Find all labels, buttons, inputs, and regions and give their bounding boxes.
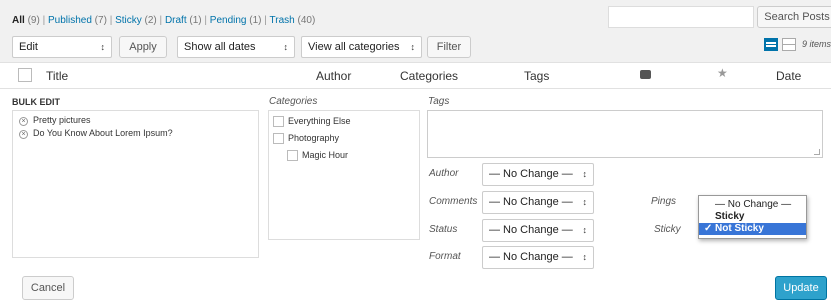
category-item[interactable]: Magic Hour <box>287 150 348 162</box>
pings-label: Pings <box>651 196 677 207</box>
categories-label: Categories <box>269 96 318 107</box>
select-arrow-icon: ↕ <box>582 252 588 262</box>
excerpt-view-icon[interactable] <box>782 38 796 51</box>
list-view-icon[interactable] <box>764 38 778 51</box>
author-select[interactable]: — No Change — ↕ <box>482 163 594 186</box>
apply-button[interactable]: Apply <box>119 36 167 58</box>
filter-draft[interactable]: Draft <box>165 15 187 26</box>
column-date[interactable]: Date <box>776 69 801 83</box>
select-arrow-icon: ↕ <box>582 197 588 207</box>
select-arrow-icon: ↕ <box>410 42 416 52</box>
checkmark-icon: ✓ <box>704 223 713 234</box>
categories-checklist: Everything Else Photography Magic Hour <box>268 110 420 240</box>
filter-draft-count: (1) <box>189 15 202 26</box>
sticky-dropdown-menu[interactable]: — No Change — Sticky ✓ Not Sticky <box>698 195 807 239</box>
remove-post-icon[interactable]: × <box>19 117 28 126</box>
category-item[interactable]: Photography <box>273 133 339 145</box>
format-select[interactable]: — No Change — ↕ <box>482 246 594 269</box>
items-count: 9 items <box>802 39 831 49</box>
star-column-icon[interactable]: ★ <box>717 66 728 80</box>
search-posts-button[interactable]: Search Posts <box>757 6 831 28</box>
column-tags: Tags <box>524 69 550 83</box>
column-categories: Categories <box>400 69 459 83</box>
filter-trash[interactable]: Trash <box>270 15 295 26</box>
bulk-action-select[interactable]: Edit ↕ <box>12 36 112 58</box>
post-status-filters: All (9) | Published (7) | Sticky (2) | D… <box>12 15 316 26</box>
select-arrow-icon: ↕ <box>582 225 588 235</box>
filter-all[interactable]: All <box>12 15 25 26</box>
select-arrow-icon: ↕ <box>582 169 588 179</box>
category-checkbox[interactable] <box>287 150 298 162</box>
dates-select[interactable]: Show all dates ↕ <box>177 36 295 58</box>
author-label: Author <box>429 168 459 179</box>
list-item: × Pretty pictures <box>19 115 91 126</box>
comments-select[interactable]: — No Change — ↕ <box>482 191 594 214</box>
select-all-checkbox[interactable] <box>18 68 32 82</box>
filter-sticky[interactable]: Sticky <box>115 15 142 26</box>
list-item: × Do You Know About Lorem Ipsum? <box>19 128 173 139</box>
filter-pending[interactable]: Pending <box>210 15 247 26</box>
filter-trash-count: (40) <box>297 15 316 26</box>
sticky-option-not-sticky[interactable]: ✓ Not Sticky <box>699 223 806 235</box>
remove-post-icon[interactable]: × <box>19 130 28 139</box>
status-select[interactable]: — No Change — ↕ <box>482 219 594 242</box>
category-checkbox[interactable] <box>273 116 284 128</box>
update-button[interactable]: Update <box>775 276 827 300</box>
sticky-label: Sticky <box>654 224 681 235</box>
sticky-option-no-change[interactable]: — No Change — <box>699 199 806 211</box>
search-input[interactable] <box>608 6 754 28</box>
filter-sticky-count: (2) <box>144 15 157 26</box>
filter-published[interactable]: Published <box>48 15 92 26</box>
filter-button[interactable]: Filter <box>427 36 471 58</box>
cancel-button[interactable]: Cancel <box>22 276 74 300</box>
column-author: Author <box>316 69 352 83</box>
selected-posts-box: × Pretty pictures × Do You Know About Lore… <box>12 110 259 258</box>
select-arrow-icon: ↕ <box>283 42 289 52</box>
tags-textarea[interactable] <box>427 110 823 158</box>
filter-pending-count: (1) <box>249 15 262 26</box>
comments-column-icon[interactable] <box>640 70 651 79</box>
tags-label: Tags <box>428 96 450 107</box>
comments-label: Comments <box>429 196 478 207</box>
format-label: Format <box>429 251 461 262</box>
status-label: Status <box>429 224 458 235</box>
bulk-edit-heading: BULK EDIT <box>12 97 60 107</box>
resize-handle-icon[interactable] <box>814 149 820 155</box>
filter-all-count: (9) <box>27 15 40 26</box>
sticky-option-sticky[interactable]: Sticky <box>699 211 806 223</box>
filter-published-count: (7) <box>94 15 107 26</box>
column-title[interactable]: Title <box>46 69 68 83</box>
categories-select[interactable]: View all categories ↕ <box>301 36 422 58</box>
select-arrow-icon: ↕ <box>100 42 106 52</box>
category-item[interactable]: Everything Else <box>273 116 351 128</box>
category-checkbox[interactable] <box>273 133 284 145</box>
